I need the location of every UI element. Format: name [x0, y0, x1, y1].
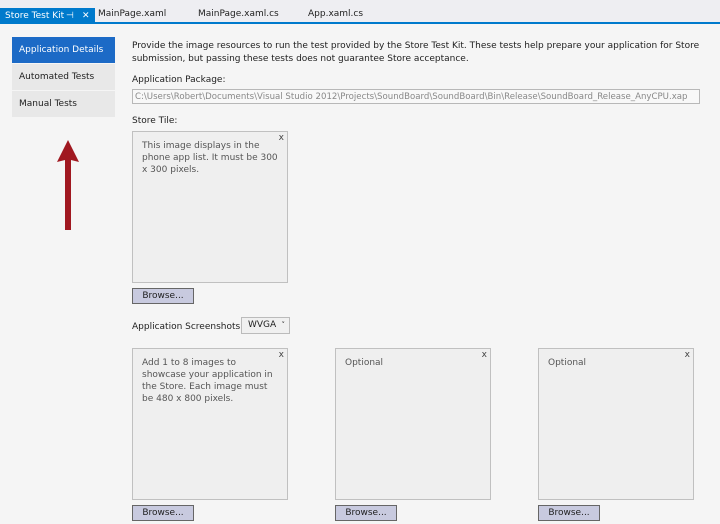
screenshot-3-browse-button[interactable]: Browse...	[538, 505, 600, 521]
screenshot-hint: Add 1 to 8 images to showcase your appli…	[142, 358, 273, 404]
store-tile-hint: This image displays in the phone app lis…	[142, 141, 278, 175]
description-text: Provide the image resources to run the t…	[132, 41, 700, 64]
document-tab-strip: Store Test Kit ⊣ ✕ MainPage.xaml MainPag…	[0, 0, 720, 24]
screenshot-dropzone-2[interactable]: x Optional	[335, 348, 491, 500]
tab-store-test-kit[interactable]: Store Test Kit ⊣ ✕	[0, 8, 95, 24]
application-package-label: Application Package:	[132, 75, 226, 85]
resolution-select[interactable]: WVGA ˅	[241, 317, 290, 334]
tab-label: Store Test Kit	[5, 11, 65, 21]
screenshots-label: Application Screenshots:	[132, 322, 244, 332]
clear-icon[interactable]: x	[685, 349, 690, 361]
tab-app-xaml-cs[interactable]: App.xaml.cs	[308, 9, 363, 19]
tab-mainpage-xaml[interactable]: MainPage.xaml	[98, 9, 166, 19]
red-arrow-annotation	[57, 140, 79, 230]
sidebar-item-automated-tests[interactable]: Automated Tests	[12, 64, 115, 91]
screenshot-dropzone-3[interactable]: x Optional	[538, 348, 694, 500]
close-icon[interactable]: ✕	[82, 11, 90, 21]
clear-icon[interactable]: x	[279, 132, 284, 144]
sidebar-nav: Application Details Automated Tests Manu…	[12, 37, 115, 118]
application-package-field[interactable]: C:\Users\Robert\Documents\Visual Studio …	[132, 89, 700, 104]
screenshot-1-browse-button[interactable]: Browse...	[132, 505, 194, 521]
clear-icon[interactable]: x	[279, 349, 284, 361]
screenshot-hint: Optional	[345, 358, 384, 368]
screenshot-dropzone-1[interactable]: x Add 1 to 8 images to showcase your app…	[132, 348, 288, 500]
tab-mainpage-xaml-cs[interactable]: MainPage.xaml.cs	[198, 9, 279, 19]
pin-icon[interactable]: ⊣	[66, 11, 74, 21]
sidebar-item-application-details[interactable]: Application Details	[12, 37, 115, 64]
store-tile-label: Store Tile:	[132, 116, 178, 126]
resolution-value: WVGA	[248, 320, 277, 330]
chevron-down-icon: ˅	[281, 321, 286, 329]
screenshot-2-browse-button[interactable]: Browse...	[335, 505, 397, 521]
clear-icon[interactable]: x	[482, 349, 487, 361]
store-tile-browse-button[interactable]: Browse...	[132, 288, 194, 304]
store-tile-dropzone[interactable]: x This image displays in the phone app l…	[132, 131, 288, 283]
screenshot-hint: Optional	[548, 358, 587, 368]
sidebar-item-manual-tests[interactable]: Manual Tests	[12, 91, 115, 118]
